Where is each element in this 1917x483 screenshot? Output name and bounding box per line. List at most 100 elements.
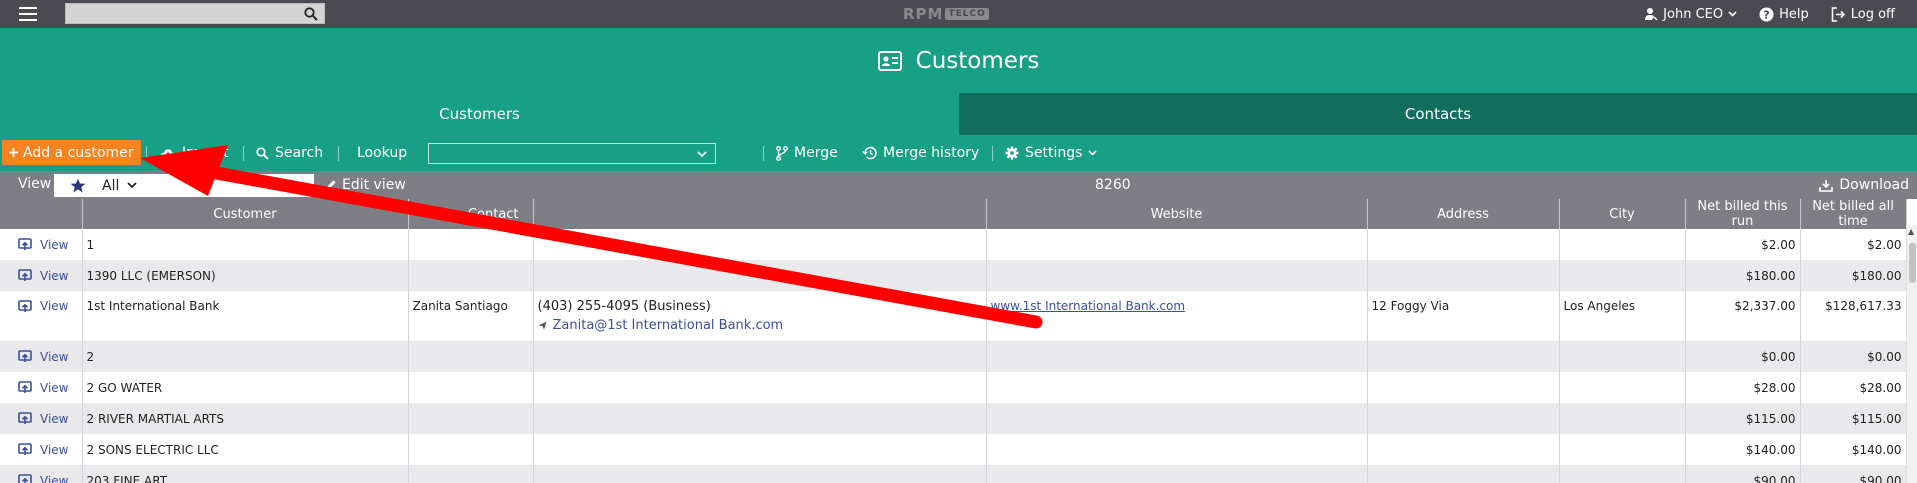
download-button[interactable]: Download: [1819, 177, 1909, 193]
cell-net-billed-all-time: $2.00: [1800, 229, 1907, 260]
cell-contact-info: (403) 255-4095 (Business) Zanita@1st Inte…: [533, 291, 987, 341]
cell-net-billed-all-time: $128,617.33: [1800, 291, 1907, 341]
hamburger-icon: [18, 7, 37, 21]
view-select[interactable]: All: [54, 174, 314, 197]
logoff-link[interactable]: Log off: [1831, 7, 1895, 22]
edit-view-label: Edit view: [342, 177, 406, 193]
cell-net-billed-this-run: $90.00: [1685, 465, 1801, 483]
settings-menu[interactable]: Settings: [1005, 135, 1097, 171]
star-icon: [70, 178, 86, 193]
column-header-address[interactable]: Address: [1367, 199, 1560, 229]
app-root: RPM TELCO John CEO ? Help Log off Custom…: [0, 0, 1917, 483]
cell-contact: Zanita Santiago: [408, 291, 534, 341]
contact-card-icon: [877, 50, 902, 71]
column-header-net-billed-all-time[interactable]: Net billed all time: [1800, 199, 1907, 229]
pencil-icon: [326, 180, 336, 190]
row-view-link[interactable]: View: [4, 443, 78, 457]
cell-contact-info: [533, 465, 987, 483]
edit-view-button[interactable]: Edit view: [325, 177, 406, 193]
download-icon: [1819, 179, 1834, 192]
website-link[interactable]: www.1st International Bank.com: [991, 299, 1186, 313]
global-search-field[interactable]: [65, 3, 325, 24]
logo-main-text: RPM: [903, 5, 944, 23]
view-label: View: [18, 176, 52, 192]
import-button[interactable]: Import: [160, 135, 228, 171]
cell-net-billed-this-run: $2,337.00: [1685, 291, 1801, 341]
cell-customer: 1: [82, 229, 409, 260]
table-row: View 1st International Bank Zanita Santiag…: [0, 291, 1907, 341]
cell-customer: 2 GO WATER: [82, 372, 409, 403]
cell-net-billed-this-run: $28.00: [1685, 372, 1801, 403]
cell-city: [1559, 434, 1686, 465]
view-record-icon: [18, 381, 32, 393]
row-view-link[interactable]: View: [4, 238, 78, 252]
page-title: Customers: [915, 47, 1040, 74]
view-bar: View All Edit view 8260 Download: [0, 171, 1917, 199]
cell-city: Los Angeles: [1559, 291, 1686, 341]
logoff-icon: [1831, 6, 1845, 22]
column-header-customer[interactable]: Customer: [82, 199, 409, 229]
cell-contact: [408, 403, 534, 434]
row-view-link[interactable]: View: [4, 350, 78, 364]
help-label: Help: [1779, 6, 1809, 22]
column-header-city[interactable]: City: [1559, 199, 1686, 229]
cell-email: Zanita@1st International Bank.com: [552, 318, 784, 333]
scroll-up-icon[interactable]: ▲: [1908, 227, 1914, 236]
search-button[interactable]: Search: [256, 135, 323, 171]
send-icon: [538, 321, 546, 330]
cell-website: [986, 434, 1368, 465]
column-header-contact[interactable]: Contact: [408, 199, 534, 229]
lookup-select[interactable]: [428, 143, 716, 164]
row-view-label: View: [40, 237, 69, 252]
cell-net-billed-all-time: $0.00: [1800, 341, 1907, 372]
gear-icon: [1005, 146, 1019, 160]
cell-contact-info: [533, 403, 987, 434]
tab-contacts[interactable]: Contacts: [959, 93, 1917, 135]
cell-website: [986, 372, 1368, 403]
cell-city: [1559, 341, 1686, 372]
table-row: View 2 RIVER MARTIAL ARTS $115.00 $115.00: [0, 403, 1907, 434]
plus-icon: [9, 148, 18, 157]
row-view-link[interactable]: View: [4, 381, 78, 395]
view-record-icon: [18, 412, 32, 424]
row-view-label: View: [40, 473, 69, 483]
row-view-link[interactable]: View: [4, 299, 78, 313]
row-view-link[interactable]: View: [4, 269, 78, 283]
help-link[interactable]: ? Help: [1759, 7, 1809, 22]
history-icon: [862, 146, 877, 160]
cell-net-billed-this-run: $115.00: [1685, 403, 1801, 434]
cell-website: www.1st International Bank.com: [986, 291, 1368, 341]
global-search-input[interactable]: [66, 4, 304, 23]
row-view-cell: View: [0, 372, 83, 403]
add-customer-button[interactable]: Add a customer: [2, 140, 141, 165]
column-header[interactable]: [533, 199, 987, 229]
merge-icon: [776, 145, 788, 161]
cell-customer: 2 SONS ELECTRIC LLC: [82, 434, 409, 465]
vertical-scrollbar[interactable]: ▲: [1906, 225, 1917, 483]
search-icon[interactable]: [304, 6, 318, 21]
cell-net-billed-this-run: $180.00: [1685, 260, 1801, 291]
merge-button[interactable]: Merge: [776, 135, 838, 171]
main-menu-button[interactable]: [0, 0, 55, 28]
chevron-down-icon: [1728, 11, 1737, 17]
row-view-cell: View: [0, 341, 83, 372]
scrollbar-thumb[interactable]: [1909, 243, 1916, 283]
merge-label: Merge: [794, 145, 838, 161]
add-customer-label: Add a customer: [23, 144, 134, 161]
cell-email-link[interactable]: Zanita@1st International Bank.com: [538, 318, 982, 333]
row-view-link[interactable]: View: [4, 412, 78, 426]
row-view-link[interactable]: View: [4, 474, 78, 483]
merge-history-button[interactable]: Merge history: [862, 135, 979, 171]
row-view-cell: View: [0, 465, 83, 483]
toolbar-divider: [992, 146, 993, 161]
search-icon: [256, 146, 269, 160]
user-menu[interactable]: John CEO: [1644, 7, 1737, 22]
table-row: View 1 $2.00 $2.00: [0, 229, 1907, 260]
column-header-website[interactable]: Website: [986, 199, 1368, 229]
column-header-net-billed-this-run[interactable]: Net billed this run: [1685, 199, 1801, 229]
cell-address: [1367, 403, 1560, 434]
cell-contact: [408, 434, 534, 465]
tab-customers[interactable]: Customers: [0, 93, 959, 135]
row-view-cell: View: [0, 260, 83, 291]
row-view-label: View: [40, 299, 69, 313]
